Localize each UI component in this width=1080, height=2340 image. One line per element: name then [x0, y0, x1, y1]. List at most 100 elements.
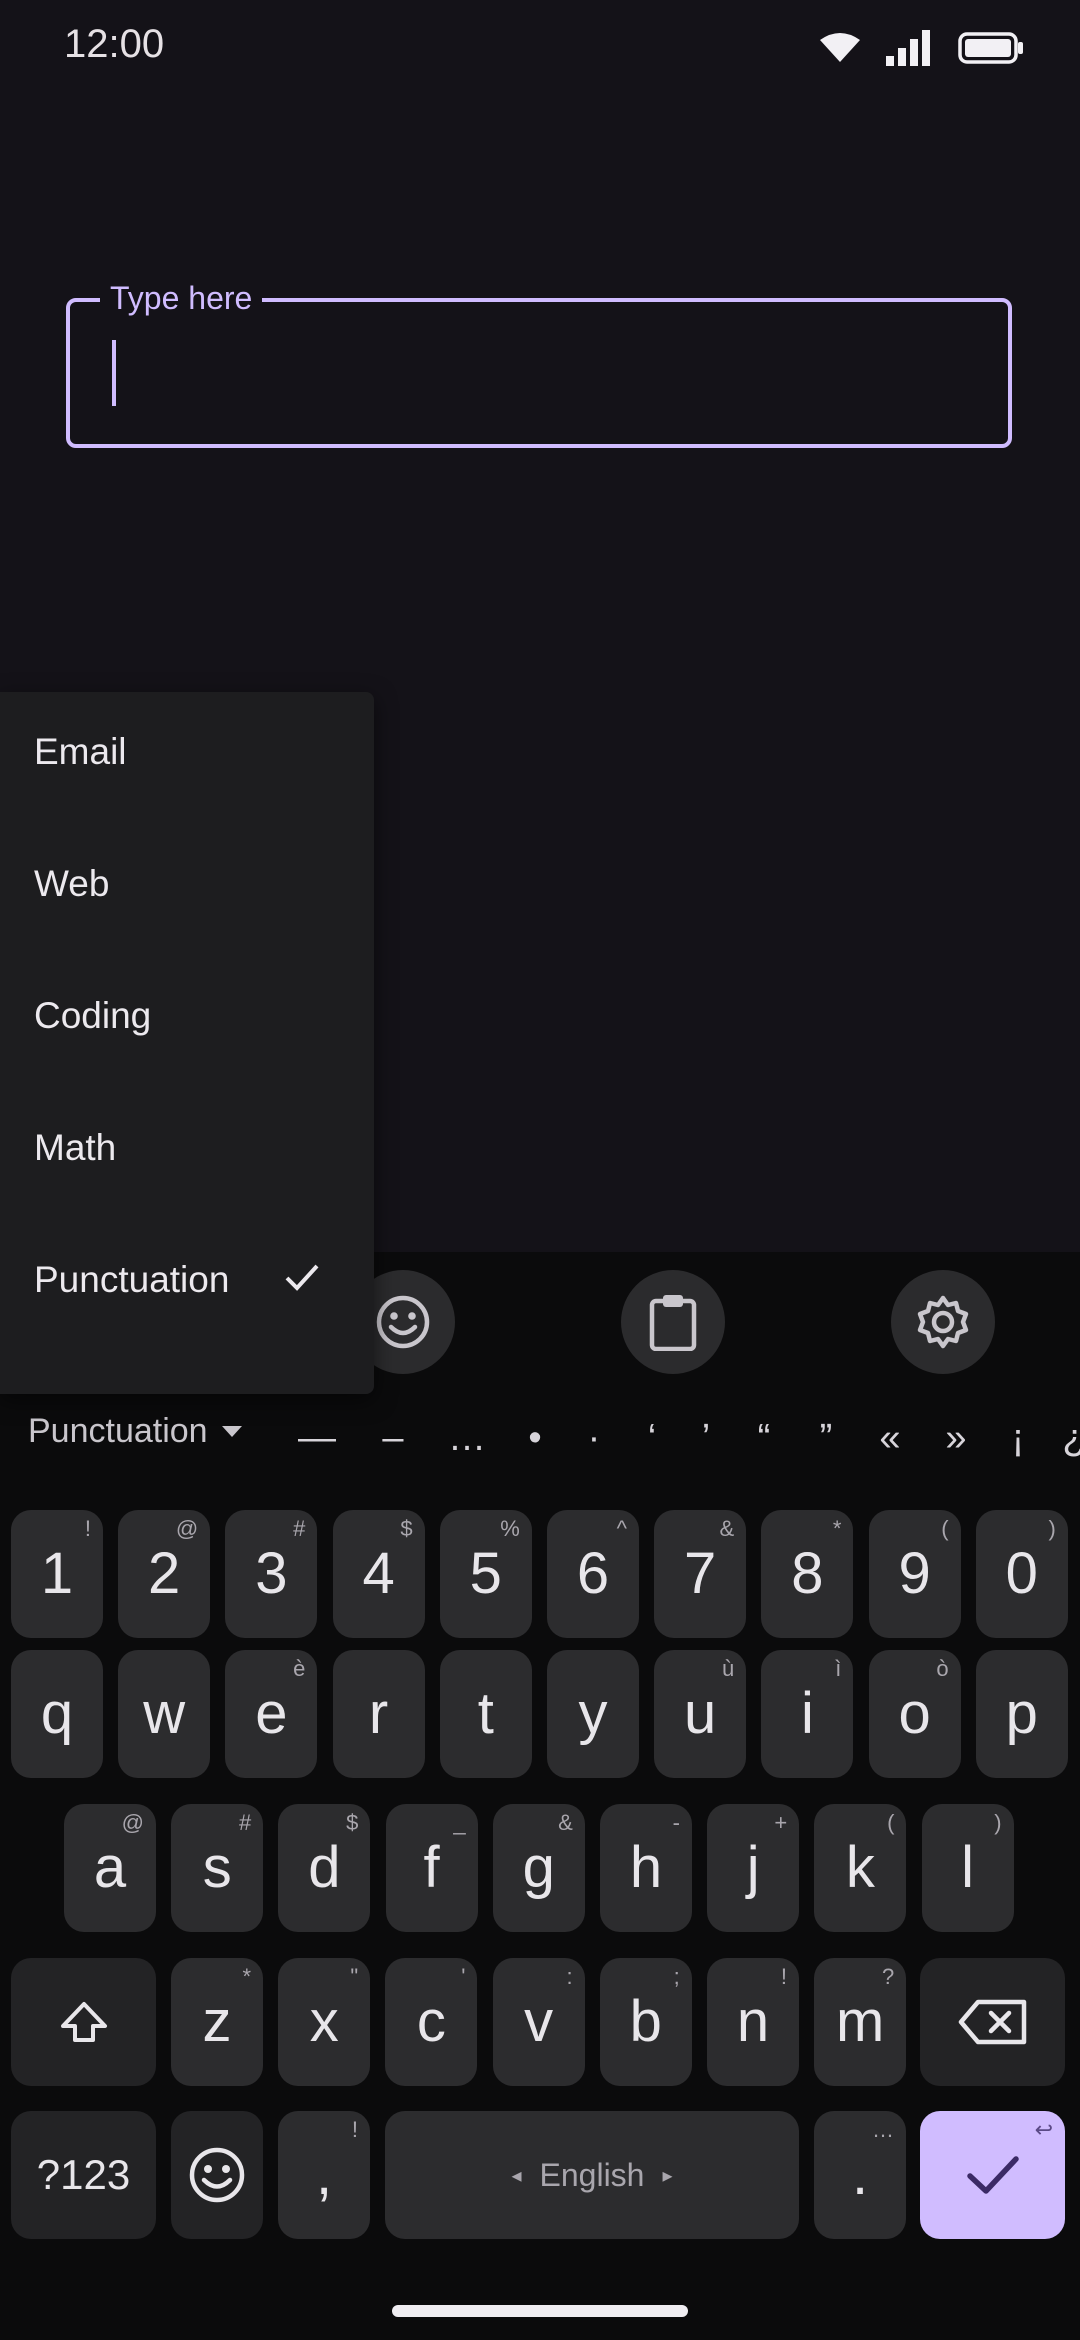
clipboard-icon	[649, 1295, 697, 1351]
menu-item-email[interactable]: Email	[0, 692, 374, 812]
key-q[interactable]: q	[11, 1650, 103, 1778]
symbol-key[interactable]: –	[368, 1408, 418, 1468]
key-hint: ò	[936, 1656, 949, 1681]
key-k[interactable]: k(	[814, 1804, 907, 1932]
key-0[interactable]: 0)	[975, 1510, 1068, 1638]
key-f[interactable]: f _	[385, 1804, 478, 1932]
text-input-field[interactable]	[66, 298, 1012, 448]
symbol-key[interactable]: …	[442, 1408, 492, 1468]
key-hint: ù	[721, 1656, 735, 1681]
key-s[interactable]: s #	[171, 1804, 264, 1932]
key-label: z	[202, 1989, 232, 2054]
key-label: ?123	[36, 2151, 131, 2198]
key-7[interactable]: 7 &	[654, 1510, 747, 1638]
enter-key[interactable]: ↩	[920, 2111, 1065, 2239]
comma-key[interactable]: ,!	[278, 2111, 370, 2239]
emoji-key[interactable]	[171, 2111, 263, 2239]
symbol-key[interactable]: —	[292, 1408, 342, 1468]
space-key[interactable]: ◂ English ▸	[385, 2111, 799, 2239]
key-n[interactable]: n!	[707, 1958, 799, 2086]
key-hint: *	[242, 1964, 251, 1989]
key-hint: !	[351, 2117, 358, 2142]
symbol-key[interactable]: ‘	[627, 1408, 677, 1468]
key-v[interactable]: v:	[492, 1958, 585, 2086]
key-hint: &	[719, 1516, 735, 1541]
key-c[interactable]: c '	[385, 1958, 478, 2086]
key-3[interactable]: 3 #	[225, 1510, 318, 1638]
menu-item-label: Coding	[34, 995, 152, 1036]
key-9[interactable]: 9(	[868, 1510, 961, 1638]
symbol-key[interactable]: ”	[801, 1408, 851, 1468]
shift-key[interactable]	[11, 1958, 156, 2086]
key-label: u	[684, 1681, 717, 1746]
key-2[interactable]: 2 @	[118, 1510, 211, 1638]
key-label: y	[578, 1681, 608, 1746]
clock: 12:00	[64, 22, 165, 66]
key-label: g	[522, 1835, 555, 1900]
key-hint: $	[400, 1516, 413, 1541]
key-label: w	[143, 1681, 186, 1746]
symbol-key[interactable]: «	[865, 1408, 915, 1468]
symbol-key[interactable]: »	[931, 1408, 981, 1468]
backspace-key[interactable]	[920, 1958, 1065, 2086]
key-h[interactable]: h-	[600, 1804, 692, 1932]
key-x[interactable]: x "	[278, 1958, 371, 2086]
symbols-key[interactable]: ?123	[11, 2111, 156, 2239]
key-b[interactable]: b;	[599, 1958, 692, 2086]
arrow-left-icon: ◂	[511, 2164, 522, 2187]
key-d[interactable]: d $	[278, 1804, 371, 1932]
key-label: ,	[315, 2142, 333, 2207]
key-label: l	[961, 1835, 975, 1900]
menu-item-label: Punctuation	[34, 1259, 230, 1300]
key-label: j	[746, 1835, 760, 1900]
key-label: 9	[898, 1541, 931, 1606]
period-key[interactable]: .…	[814, 2111, 906, 2239]
key-5[interactable]: 5%	[439, 1510, 532, 1638]
symbol-category-dropdown[interactable]: Punctuation	[28, 1412, 242, 1451]
key-hint: è	[293, 1656, 306, 1681]
key-hint: '	[461, 1964, 466, 1989]
key-i[interactable]: iì	[761, 1650, 854, 1778]
symbol-key[interactable]: “	[739, 1408, 789, 1468]
key-hint: :	[566, 1964, 573, 1989]
home-indicator[interactable]	[392, 2305, 688, 2317]
symbol-key[interactable]: ·	[569, 1408, 619, 1468]
key-m[interactable]: m?	[814, 1958, 907, 2086]
settings-toolbar-button[interactable]	[891, 1270, 995, 1374]
menu-item-coding[interactable]: Coding	[0, 956, 374, 1076]
symbol-key[interactable]: ¿	[1049, 1408, 1080, 1468]
menu-item-math[interactable]: Math	[0, 1088, 374, 1208]
key-w[interactable]: w	[118, 1650, 211, 1778]
key-label: h	[629, 1835, 663, 1900]
symbol-key[interactable]: ’	[681, 1408, 731, 1468]
key-j[interactable]: j +	[707, 1804, 800, 1932]
key-1[interactable]: 1!	[11, 1510, 103, 1638]
key-y[interactable]: y	[547, 1650, 639, 1778]
key-hint: %	[500, 1516, 520, 1541]
symbol-key[interactable]: ¡	[993, 1408, 1043, 1468]
key-o[interactable]: oò	[868, 1650, 961, 1778]
key-r[interactable]: r	[332, 1650, 425, 1778]
key-4[interactable]: 4 $	[332, 1510, 425, 1638]
menu-item-punctuation[interactable]: Punctuation	[0, 1220, 374, 1340]
key-label: s	[202, 1835, 232, 1900]
key-z[interactable]: z *	[171, 1958, 263, 2086]
symbol-category-label: Punctuation	[28, 1412, 208, 1450]
key-g[interactable]: g &	[492, 1804, 585, 1932]
key-t[interactable]: t	[439, 1650, 532, 1778]
key-hint: )	[994, 1810, 1002, 1835]
symbol-key[interactable]: •	[510, 1408, 560, 1468]
key-l[interactable]: l)	[921, 1804, 1014, 1932]
check-icon	[285, 1264, 319, 1291]
menu-item-web[interactable]: Web	[0, 824, 374, 944]
key-label: t	[477, 1681, 494, 1746]
key-e[interactable]: eè	[225, 1650, 318, 1778]
key-hint: #	[293, 1516, 306, 1541]
key-a[interactable]: a @	[64, 1804, 156, 1932]
key-6[interactable]: 6 ^	[547, 1510, 639, 1638]
key-8[interactable]: 8 *	[761, 1510, 854, 1638]
text-cursor	[112, 340, 116, 406]
key-p[interactable]: p	[975, 1650, 1068, 1778]
key-u[interactable]: uù	[654, 1650, 747, 1778]
clipboard-toolbar-button[interactable]	[621, 1270, 725, 1374]
